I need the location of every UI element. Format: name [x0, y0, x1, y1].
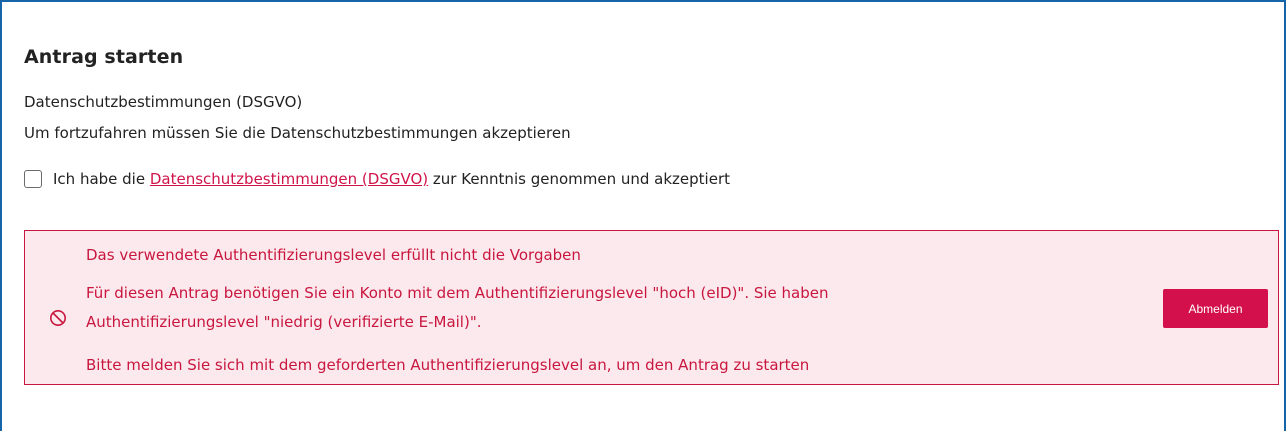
application-panel: Antrag starten Datenschutzbestimmungen (…: [0, 0, 1286, 431]
alert-instruction: Bitte melden Sie sich mit dem geforderte…: [86, 356, 810, 374]
privacy-hint: Um fortzufahren müssen Sie die Datenschu…: [24, 124, 571, 142]
logout-button[interactable]: Abmelden: [1163, 289, 1268, 328]
prohibited-icon: [50, 310, 66, 326]
privacy-policy-link[interactable]: Datenschutzbestimmungen (DSGVO): [150, 170, 428, 188]
alert-message-line-2: Authentifizierungslevel "niedrig (verifi…: [86, 313, 482, 331]
consent-checkbox[interactable]: [24, 170, 42, 188]
alert-message-line-1: Für diesen Antrag benötigen Sie ein Kont…: [86, 284, 829, 302]
consent-label-prefix: Ich habe die: [53, 170, 150, 188]
consent-row: Ich habe die Datenschutzbestimmungen (DS…: [24, 166, 730, 192]
consent-label-suffix: zur Kenntnis genommen und akzeptiert: [428, 170, 730, 188]
consent-label: Ich habe die Datenschutzbestimmungen (DS…: [53, 170, 730, 188]
privacy-section-title: Datenschutzbestimmungen (DSGVO): [24, 93, 303, 111]
page-title: Antrag starten: [24, 46, 184, 68]
error-alert: Das verwendete Authentifizierungslevel e…: [24, 230, 1279, 385]
alert-title: Das verwendete Authentifizierungslevel e…: [86, 246, 581, 264]
